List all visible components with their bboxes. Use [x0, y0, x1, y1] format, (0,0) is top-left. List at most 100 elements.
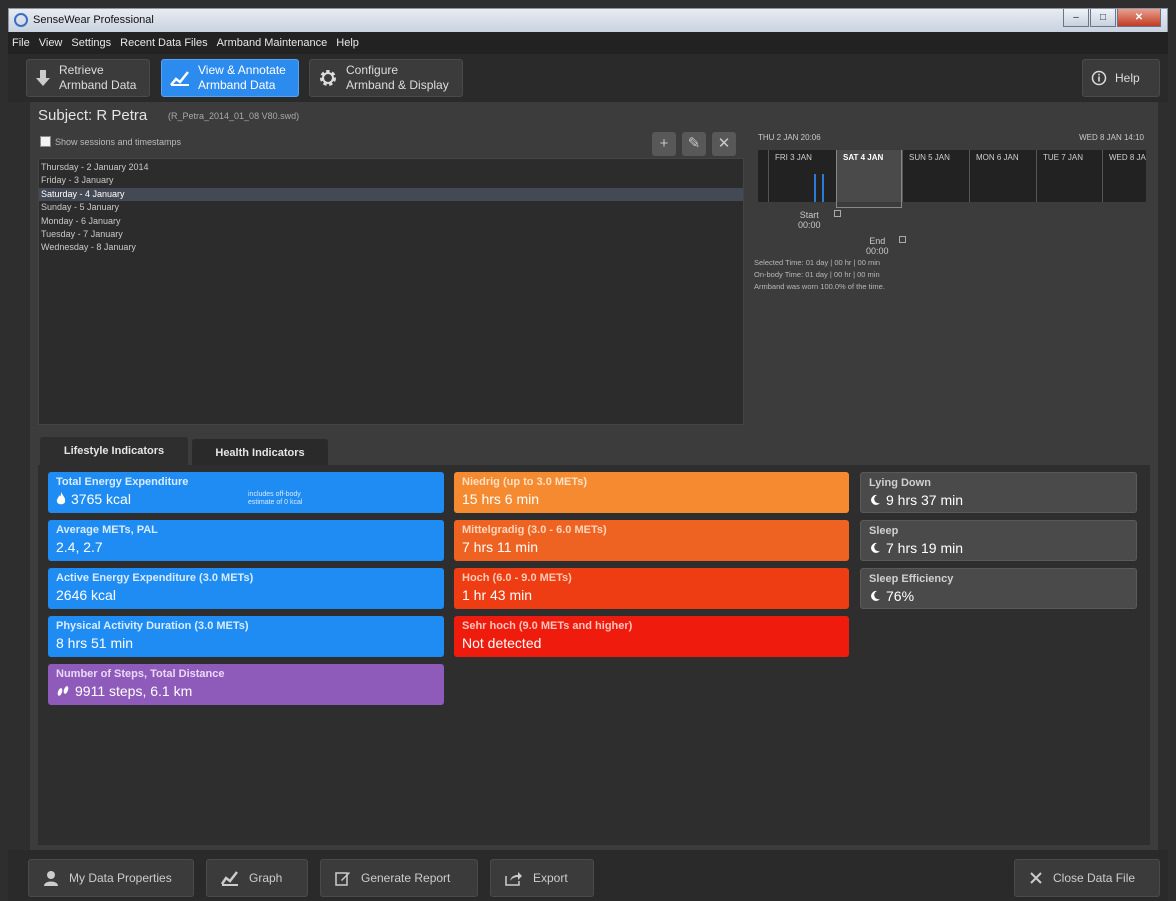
timeline-day[interactable]: SUN 5 JAN — [902, 150, 969, 202]
main-toolbar: Retrieve Armband Data View & Annotate Ar… — [8, 54, 1168, 102]
physical-activity-duration-card[interactable]: Physical Activity Duration (3.0 METs) 8 … — [48, 616, 444, 657]
show-sessions-checkbox[interactable] — [40, 136, 51, 147]
day-list-item[interactable]: Sunday - 5 January — [39, 201, 743, 214]
armband-worn-text: Armband was worn 100.0% of the time. — [754, 282, 885, 291]
moon-icon — [871, 590, 880, 601]
show-sessions-row: Show sessions and timestamps — [40, 136, 181, 147]
card-title: Average METs, PAL — [56, 524, 158, 536]
menu-bar: File View Settings Recent Data Files Arm… — [8, 32, 1168, 54]
onbody-time-text: On-body Time: 01 day | 00 hr | 00 min — [754, 270, 880, 279]
close-data-file-button[interactable]: Close Data File — [1014, 859, 1160, 897]
subject-title: Subject: R Petra — [38, 107, 148, 124]
view-label-line1: View & Annotate — [198, 63, 286, 77]
info-icon — [1091, 70, 1107, 86]
card-value: 76% — [886, 588, 915, 604]
day-list-item[interactable]: Wednesday - 8 January — [39, 241, 743, 254]
lying-down-card[interactable]: Lying Down 9 hrs 37 min — [860, 472, 1137, 513]
card-title: Hoch (6.0 - 9.0 METs) — [462, 572, 572, 584]
indicators-area: Total Energy Expenditure 3765 kcal inclu… — [38, 465, 1150, 845]
download-arrow-icon — [36, 70, 50, 86]
window-titlebar: SenseWear Professional – □ ✕ — [8, 8, 1168, 32]
chart-trend-icon — [221, 871, 238, 886]
moon-icon — [871, 542, 880, 553]
menu-armband-maintenance[interactable]: Armband Maintenance — [217, 37, 328, 49]
export-button[interactable]: Export — [490, 859, 594, 897]
day-list-item-selected[interactable]: Saturday - 4 January — [39, 187, 743, 202]
timeline-day[interactable]: FRI 3 JAN — [768, 150, 836, 202]
timeline-selection-frame — [836, 150, 902, 208]
button-label: Graph — [249, 871, 283, 885]
tab-lifestyle-indicators[interactable]: Lifestyle Indicators — [40, 437, 188, 465]
minimize-button[interactable]: – — [1063, 9, 1089, 27]
help-label: Help — [1115, 70, 1140, 85]
retrieve-label-line1: Retrieve — [59, 63, 104, 77]
card-title: Mittelgradig (3.0 - 6.0 METs) — [462, 524, 607, 536]
card-value: 2.4, 2.7 — [56, 539, 103, 555]
menu-recent-data-files[interactable]: Recent Data Files — [120, 37, 207, 49]
configure-armband-display-button[interactable]: Configure Armband & Display — [309, 59, 463, 97]
day-list: Thursday - 2 January 2014 Friday - 3 Jan… — [38, 158, 744, 425]
start-marker: Start 00:00 — [798, 210, 821, 230]
sehr-hoch-card[interactable]: Sehr hoch (9.0 METs and higher) Not dete… — [454, 616, 849, 657]
card-title: Niedrig (up to 3.0 METs) — [462, 476, 588, 488]
moon-icon — [871, 494, 880, 505]
average-mets-pal-card[interactable]: Average METs, PAL 2.4, 2.7 — [48, 520, 444, 561]
hoch-card[interactable]: Hoch (6.0 - 9.0 METs) 1 hr 43 min — [454, 568, 849, 609]
day-list-item[interactable]: Monday - 6 January — [39, 215, 743, 228]
timeline-panel: THU 2 JAN 20:06 WED 8 JAN 14:10 FRI 3 JA… — [754, 130, 1146, 305]
tab-health-indicators[interactable]: Health Indicators — [192, 439, 328, 465]
retrieve-label-line2: Armband Data — [59, 78, 137, 92]
day-list-item[interactable]: Tuesday - 7 January — [39, 228, 743, 241]
retrieve-armband-data-button[interactable]: Retrieve Armband Data — [26, 59, 150, 97]
window-title: SenseWear Professional — [33, 14, 154, 26]
day-list-item[interactable]: Friday - 3 January — [39, 174, 743, 187]
end-handle[interactable] — [899, 236, 906, 243]
gear-icon — [320, 70, 336, 86]
total-energy-expenditure-card[interactable]: Total Energy Expenditure 3765 kcal inclu… — [48, 472, 444, 513]
add-session-button[interactable]: + — [652, 132, 676, 156]
delete-session-button[interactable]: ✕ — [712, 132, 736, 156]
card-value: 7 hrs 19 min — [886, 540, 964, 556]
end-marker-time: 00:00 — [866, 246, 889, 256]
window-controls: – □ ✕ — [1062, 9, 1161, 27]
card-title: Total Energy Expenditure — [56, 476, 189, 488]
person-icon — [44, 871, 58, 886]
timeline-day[interactable]: TUE 7 JAN — [1036, 150, 1102, 202]
start-handle[interactable] — [834, 210, 841, 217]
sleep-card[interactable]: Sleep 7 hrs 19 min — [860, 520, 1137, 561]
timeline-bar[interactable]: FRI 3 JAN SAT 4 JAN SUN 5 JAN MON 6 JAN … — [758, 150, 1146, 202]
day-list-item[interactable]: Thursday - 2 January 2014 — [39, 161, 743, 174]
menu-view[interactable]: View — [39, 37, 63, 49]
card-value: 15 hrs 6 min — [462, 491, 540, 507]
footsteps-icon — [57, 686, 69, 696]
steps-distance-card[interactable]: Number of Steps, Total Distance 9911 ste… — [48, 664, 444, 705]
graph-button[interactable]: Graph — [206, 859, 308, 897]
mittelgradig-card[interactable]: Mittelgradig (3.0 - 6.0 METs) 7 hrs 11 m… — [454, 520, 849, 561]
timeline-start-label: THU 2 JAN 20:06 — [758, 133, 821, 142]
button-label: Generate Report — [361, 871, 451, 885]
timeline-day[interactable]: MON 6 JAN — [969, 150, 1036, 202]
menu-file[interactable]: File — [12, 37, 30, 49]
niedrig-card[interactable]: Niedrig (up to 3.0 METs) 15 hrs 6 min — [454, 472, 849, 513]
help-button[interactable]: Help — [1082, 59, 1160, 97]
view-annotate-armband-data-button[interactable]: View & Annotate Armband Data — [161, 59, 299, 97]
card-value: 3765 kcal — [71, 491, 131, 507]
configure-label-line2: Armband & Display — [346, 78, 449, 92]
off-body-note: includes off-body estimate of 0 kcal — [248, 491, 303, 506]
close-window-button[interactable]: ✕ — [1117, 9, 1161, 27]
generate-report-button[interactable]: Generate Report — [320, 859, 478, 897]
sleep-efficiency-card[interactable]: Sleep Efficiency 76% — [860, 568, 1137, 609]
timeline-end-label: WED 8 JAN 14:10 — [1079, 133, 1144, 142]
menu-help[interactable]: Help — [336, 37, 359, 49]
active-energy-expenditure-card[interactable]: Active Energy Expenditure (3.0 METs) 264… — [48, 568, 444, 609]
button-label: Close Data File — [1053, 871, 1136, 885]
maximize-button[interactable]: □ — [1090, 9, 1116, 27]
card-value: 9 hrs 37 min — [886, 492, 964, 508]
edit-session-button[interactable]: ✎ — [682, 132, 706, 156]
my-data-properties-button[interactable]: My Data Properties — [28, 859, 194, 897]
card-title: Active Energy Expenditure (3.0 METs) — [56, 572, 254, 584]
edit-document-icon — [335, 872, 350, 886]
card-value: 2646 kcal — [56, 587, 116, 603]
menu-settings[interactable]: Settings — [71, 37, 111, 49]
timeline-day[interactable]: WED 8 JAN — [1102, 150, 1146, 202]
